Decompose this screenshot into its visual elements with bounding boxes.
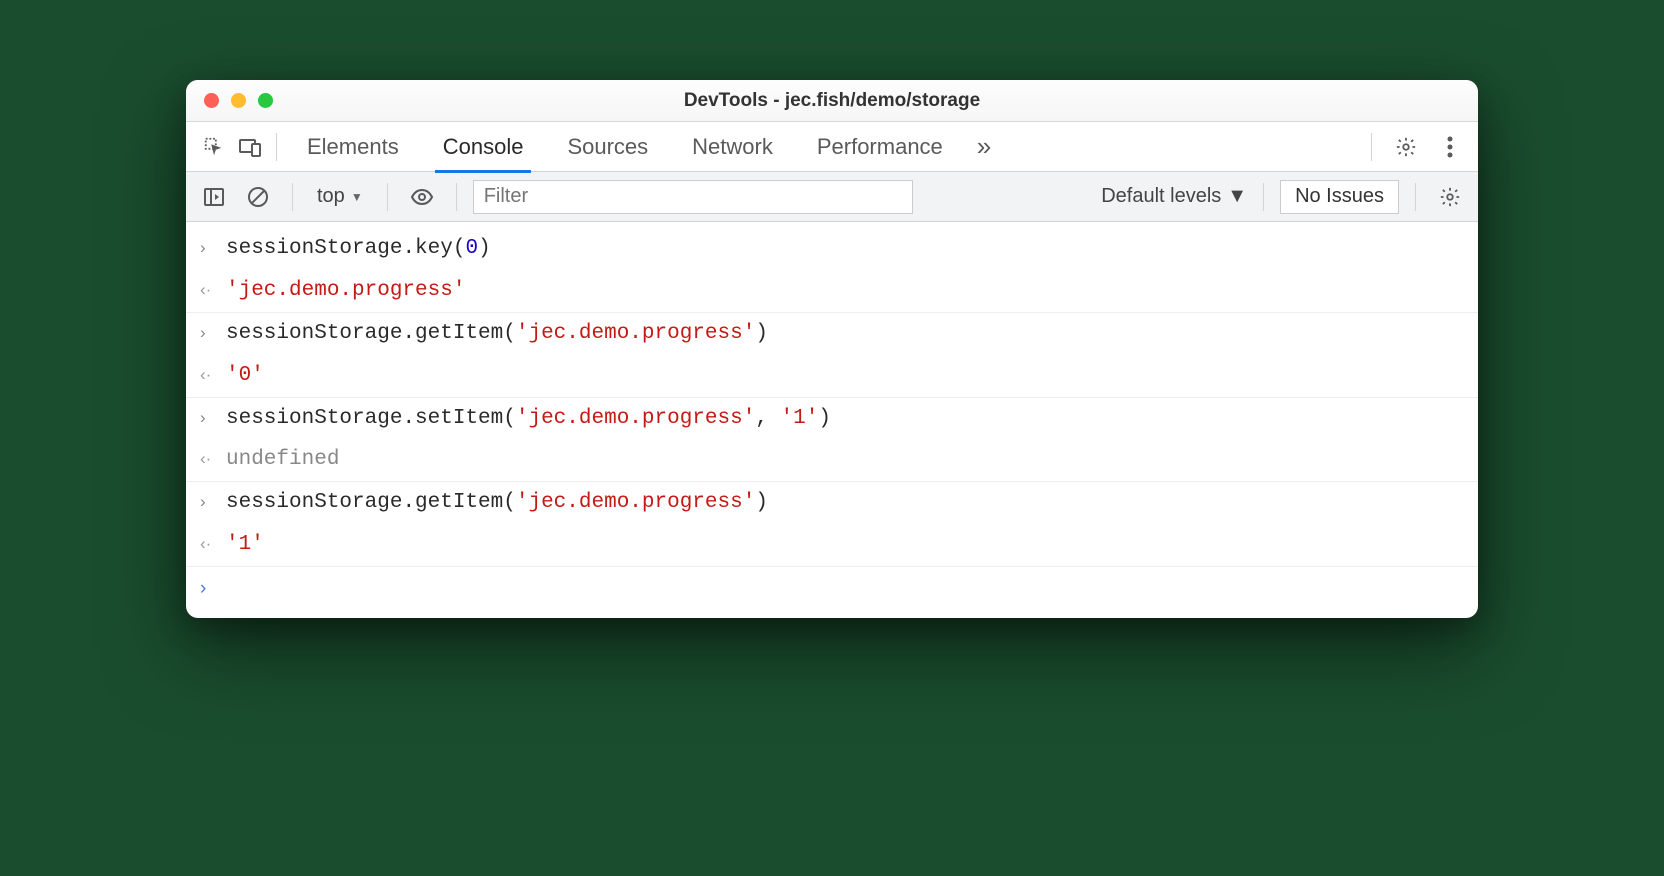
prompt-marker-icon: › [200, 568, 226, 607]
context-label: top [317, 185, 345, 208]
zoom-icon[interactable] [258, 93, 273, 108]
kebab-menu-icon[interactable] [1432, 129, 1468, 165]
minimize-icon[interactable] [231, 93, 246, 108]
tab-performance[interactable]: Performance [795, 122, 965, 172]
close-icon[interactable] [204, 93, 219, 108]
divider [1263, 183, 1264, 211]
console-line: ›sessionStorage.key(0) [186, 228, 1478, 270]
input-marker-icon: › [200, 229, 226, 264]
live-expression-icon[interactable] [404, 179, 440, 215]
console-line: ‹·'1' [186, 524, 1478, 567]
code: '0' [226, 356, 264, 396]
divider [1415, 183, 1416, 211]
divider [456, 183, 457, 211]
chevron-down-icon: ▼ [1227, 185, 1247, 208]
issues-button[interactable]: No Issues [1280, 180, 1399, 214]
titlebar: DevTools - jec.fish/demo/storage [186, 80, 1478, 122]
code: sessionStorage.getItem('jec.demo.progres… [226, 483, 768, 523]
console-line: ›sessionStorage.getItem('jec.demo.progre… [186, 482, 1478, 524]
code: sessionStorage.getItem('jec.demo.progres… [226, 314, 768, 354]
code: '1' [226, 525, 264, 565]
tab-network[interactable]: Network [670, 122, 795, 172]
console-line: ‹·'jec.demo.progress' [186, 270, 1478, 313]
console-output[interactable]: ›sessionStorage.key(0)‹·'jec.demo.progre… [186, 222, 1478, 618]
log-levels-selector[interactable]: Default levels ▼ [1101, 185, 1247, 208]
code: sessionStorage.setItem('jec.demo.progres… [226, 399, 831, 439]
tab-sources[interactable]: Sources [545, 122, 670, 172]
window-title: DevTools - jec.fish/demo/storage [186, 90, 1478, 112]
console-settings-icon[interactable] [1432, 179, 1468, 215]
sidebar-toggle-icon[interactable] [196, 179, 232, 215]
levels-label: Default levels [1101, 185, 1221, 208]
context-selector[interactable]: top ▼ [309, 185, 371, 208]
tab-console[interactable]: Console [421, 122, 546, 172]
inspect-icon[interactable] [196, 129, 232, 165]
device-toolbar-icon[interactable] [232, 129, 268, 165]
divider [292, 183, 293, 211]
divider [387, 183, 388, 211]
clear-console-icon[interactable] [240, 179, 276, 215]
divider [1371, 133, 1372, 161]
more-tabs-icon[interactable]: » [965, 131, 1003, 162]
output-marker-icon: ‹· [200, 271, 226, 306]
code: sessionStorage.key(0) [226, 229, 491, 269]
console-line: ‹·'0' [186, 355, 1478, 398]
traffic-lights [204, 93, 273, 108]
input-marker-icon: › [200, 483, 226, 518]
tabs-bar: Elements Console Sources Network Perform… [186, 122, 1478, 172]
tab-elements[interactable]: Elements [285, 122, 421, 172]
output-marker-icon: ‹· [200, 525, 226, 560]
output-marker-icon: ‹· [200, 440, 226, 475]
console-line: ›sessionStorage.getItem('jec.demo.progre… [186, 313, 1478, 355]
filter-input[interactable] [473, 180, 913, 214]
devtools-window: DevTools - jec.fish/demo/storage Element… [186, 80, 1478, 618]
code: 'jec.demo.progress' [226, 271, 465, 311]
console-prompt[interactable]: › [186, 567, 1478, 608]
input-marker-icon: › [200, 314, 226, 349]
settings-icon[interactable] [1388, 129, 1424, 165]
console-line: ‹·undefined [186, 439, 1478, 482]
chevron-down-icon: ▼ [351, 190, 363, 204]
console-toolbar: top ▼ Default levels ▼ No Issues [186, 172, 1478, 222]
output-marker-icon: ‹· [200, 356, 226, 391]
input-marker-icon: › [200, 399, 226, 434]
console-line: ›sessionStorage.setItem('jec.demo.progre… [186, 398, 1478, 440]
code: undefined [226, 440, 339, 480]
divider [276, 133, 277, 161]
